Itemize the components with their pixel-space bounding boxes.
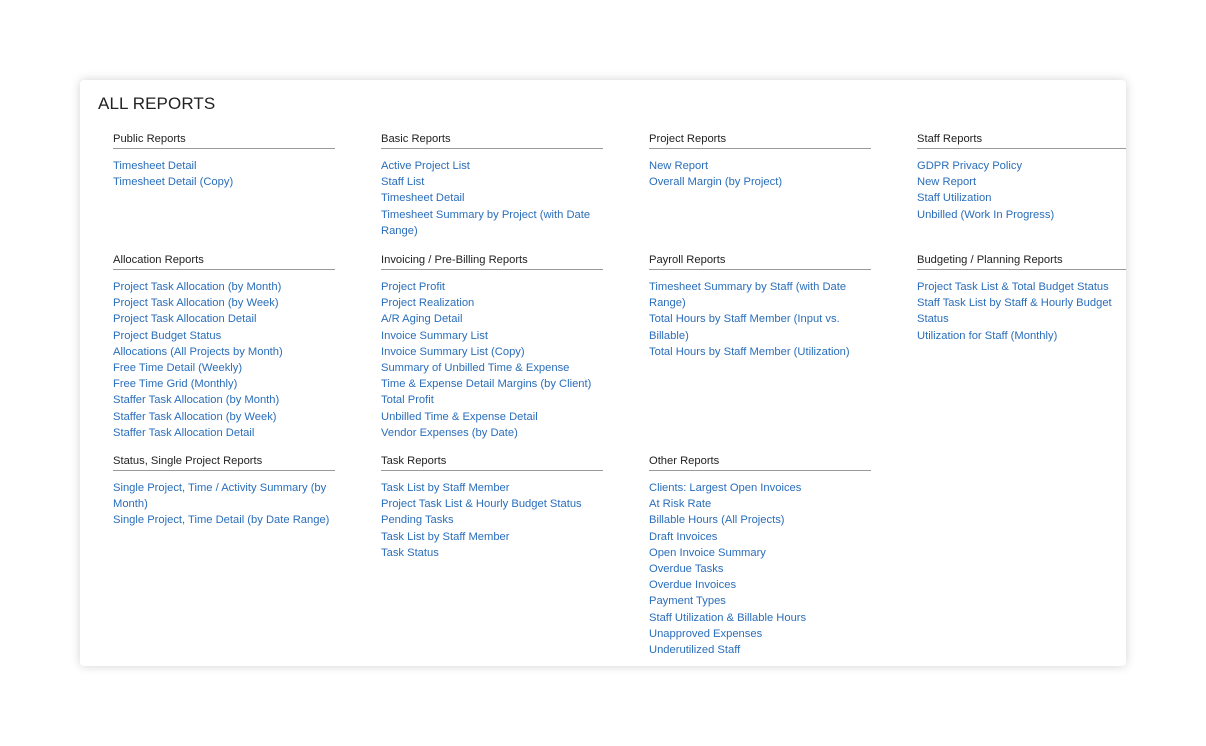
report-link[interactable]: Total Profit (381, 394, 434, 406)
report-link[interactable]: Payment Types (649, 595, 726, 607)
all-reports-panel: ALL REPORTS Public Reports Timesheet Det… (80, 80, 1126, 666)
report-link[interactable]: A/R Aging Detail (381, 313, 462, 325)
report-list: Timesheet Detail Timesheet Detail (Copy) (113, 158, 335, 190)
section-basic-reports: Basic Reports Active Project List Staff … (381, 132, 603, 239)
section-public-reports: Public Reports Timesheet Detail Timeshee… (113, 132, 335, 190)
section-title: Other Reports (649, 454, 871, 471)
section-title: Public Reports (113, 132, 335, 149)
section-title: Basic Reports (381, 132, 603, 149)
report-list: Project Task Allocation (by Month) Proje… (113, 279, 335, 441)
section-title: Invoicing / Pre-Billing Reports (381, 253, 603, 270)
report-link[interactable]: Pending Tasks (381, 514, 454, 526)
report-list: Project Task List & Total Budget Status … (917, 279, 1126, 344)
report-link[interactable]: Project Task List & Hourly Budget Status (381, 498, 582, 510)
report-link[interactable]: Allocations (All Projects by Month) (113, 346, 283, 358)
report-link[interactable]: Timesheet Detail (Copy) (113, 176, 233, 188)
report-link[interactable]: Billable Hours (All Projects) (649, 514, 785, 526)
report-link[interactable]: Active Project List (381, 160, 470, 172)
report-link[interactable]: Task Status (381, 547, 439, 559)
report-list: Task List by Staff Member Project Task L… (381, 480, 603, 561)
report-link[interactable]: Free Time Detail (Weekly) (113, 362, 242, 374)
report-link[interactable]: Staff List (381, 176, 424, 188)
report-link[interactable]: Unbilled (Work In Progress) (917, 209, 1054, 221)
report-link[interactable]: Invoice Summary List (381, 330, 488, 342)
report-link[interactable]: Vendor Expenses (by Date) (381, 427, 518, 439)
report-list: Project Profit Project Realization A/R A… (381, 279, 603, 441)
report-link[interactable]: Staffer Task Allocation Detail (113, 427, 254, 439)
report-link[interactable]: Timesheet Detail (113, 160, 197, 172)
section-title: Payroll Reports (649, 253, 871, 270)
report-list: GDPR Privacy Policy New Report Staff Uti… (917, 158, 1126, 223)
report-link[interactable]: Unapproved Expenses (649, 628, 762, 640)
section-allocation-reports: Allocation Reports Project Task Allocati… (113, 253, 335, 441)
report-link[interactable]: Invoice Summary List (Copy) (381, 346, 525, 358)
report-link[interactable]: GDPR Privacy Policy (917, 160, 1022, 172)
section-title: Allocation Reports (113, 253, 335, 270)
report-list: Clients: Largest Open Invoices At Risk R… (649, 480, 871, 658)
report-link[interactable]: Free Time Grid (Monthly) (113, 378, 237, 390)
section-staff-reports: Staff Reports GDPR Privacy Policy New Re… (917, 132, 1126, 223)
report-list: Single Project, Time / Activity Summary … (113, 480, 335, 529)
report-link[interactable]: Project Budget Status (113, 330, 221, 342)
report-list: New Report Overall Margin (by Project) (649, 158, 871, 190)
report-link[interactable]: Clients: Largest Open Invoices (649, 482, 801, 494)
section-title: Staff Reports (917, 132, 1126, 149)
report-link[interactable]: Overdue Invoices (649, 579, 736, 591)
report-link[interactable]: Underutilized Staff (649, 644, 740, 656)
report-link[interactable]: Draft Invoices (649, 531, 717, 543)
report-link[interactable]: Staff Utilization & Billable Hours (649, 612, 806, 624)
page-title: ALL REPORTS (98, 94, 216, 113)
report-link[interactable]: New Report (649, 160, 708, 172)
report-link[interactable]: Task List by Staff Member (381, 482, 510, 494)
report-link[interactable]: Project Task Allocation (by Week) (113, 297, 279, 309)
report-link[interactable]: Task List by Staff Member (381, 531, 510, 543)
report-link[interactable]: Single Project, Time Detail (by Date Ran… (113, 514, 329, 526)
section-title: Status, Single Project Reports (113, 454, 335, 471)
section-project-reports: Project Reports New Report Overall Margi… (649, 132, 871, 190)
report-link[interactable]: Single Project, Time / Activity Summary … (113, 482, 326, 510)
report-link[interactable]: Project Profit (381, 281, 445, 293)
section-title: Project Reports (649, 132, 871, 149)
section-invoicing-reports: Invoicing / Pre-Billing Reports Project … (381, 253, 603, 441)
report-link[interactable]: Staffer Task Allocation (by Week) (113, 411, 277, 423)
report-link[interactable]: Staff Utilization (917, 192, 991, 204)
section-title: Budgeting / Planning Reports (917, 253, 1126, 270)
report-link[interactable]: Time & Expense Detail Margins (by Client… (381, 378, 591, 390)
report-link[interactable]: Project Task Allocation Detail (113, 313, 256, 325)
report-link[interactable]: Timesheet Summary by Project (with Date … (381, 209, 590, 237)
report-link[interactable]: Open Invoice Summary (649, 547, 766, 559)
report-link[interactable]: Total Hours by Staff Member (Utilization… (649, 346, 850, 358)
report-link[interactable]: Project Task Allocation (by Month) (113, 281, 281, 293)
report-link[interactable]: Staff Task List by Staff & Hourly Budget… (917, 297, 1112, 325)
section-single-project-reports: Status, Single Project Reports Single Pr… (113, 454, 335, 529)
report-link[interactable]: Timesheet Detail (381, 192, 465, 204)
section-task-reports: Task Reports Task List by Staff Member P… (381, 454, 603, 561)
report-link[interactable]: Overdue Tasks (649, 563, 723, 575)
report-link[interactable]: Timesheet Summary by Staff (with Date Ra… (649, 281, 846, 309)
section-budgeting-reports: Budgeting / Planning Reports Project Tas… (917, 253, 1126, 344)
report-link[interactable]: At Risk Rate (649, 498, 711, 510)
report-link[interactable]: Summary of Unbilled Time & Expense (381, 362, 569, 374)
report-link[interactable]: Utilization for Staff (Monthly) (917, 330, 1057, 342)
report-link[interactable]: Overall Margin (by Project) (649, 176, 782, 188)
report-link[interactable]: Unbilled Time & Expense Detail (381, 411, 538, 423)
report-link[interactable]: Project Task List & Total Budget Status (917, 281, 1109, 293)
report-list: Active Project List Staff List Timesheet… (381, 158, 603, 239)
report-list: Timesheet Summary by Staff (with Date Ra… (649, 279, 871, 360)
report-link[interactable]: Staffer Task Allocation (by Month) (113, 394, 279, 406)
section-other-reports: Other Reports Clients: Largest Open Invo… (649, 454, 871, 658)
section-title: Task Reports (381, 454, 603, 471)
section-payroll-reports: Payroll Reports Timesheet Summary by Sta… (649, 253, 871, 360)
report-link[interactable]: New Report (917, 176, 976, 188)
report-link[interactable]: Project Realization (381, 297, 474, 309)
report-link[interactable]: Total Hours by Staff Member (Input vs. B… (649, 313, 840, 341)
